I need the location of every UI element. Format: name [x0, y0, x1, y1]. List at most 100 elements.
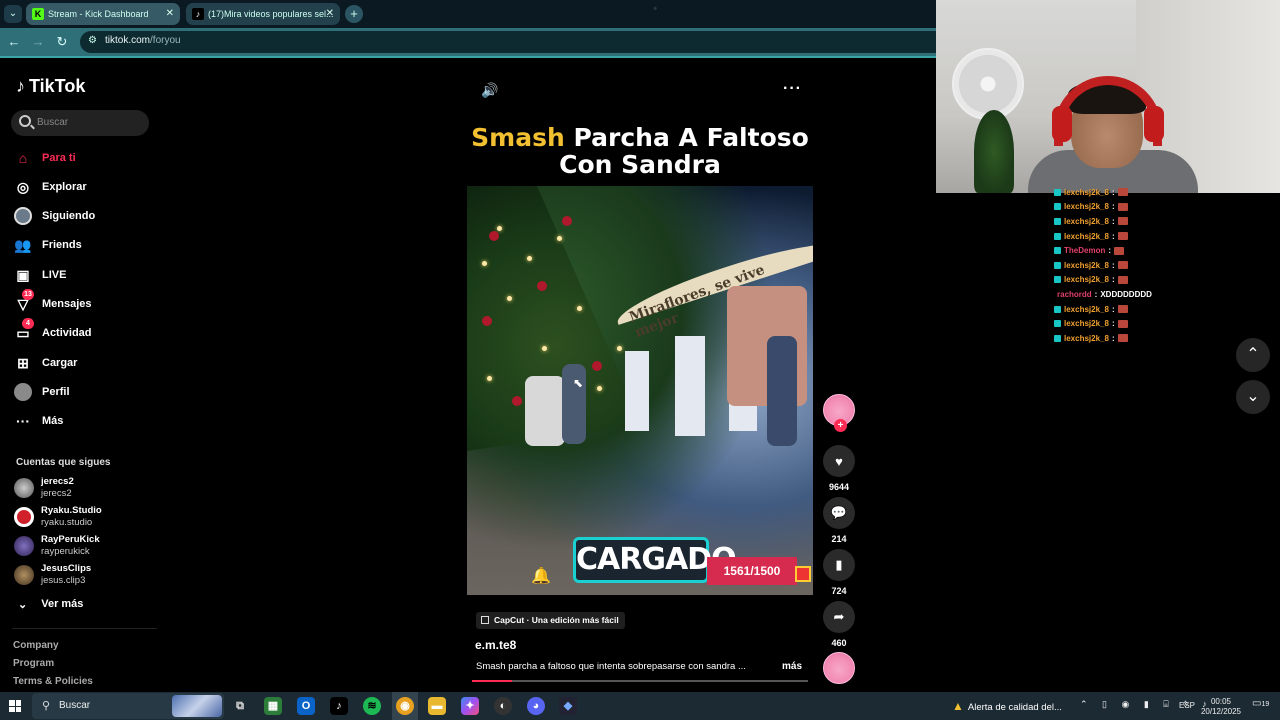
comment-count: 214: [831, 534, 847, 544]
windows-start-icon[interactable]: [9, 700, 21, 712]
description-more-button[interactable]: más: [782, 661, 802, 672]
account-handle: ryaku.studio: [41, 517, 93, 528]
like-count: 9644: [828, 482, 850, 492]
chat-badge-icon: [1054, 203, 1061, 211]
sidebar-item-friends[interactable]: 👥 Friends: [14, 234, 154, 256]
more-options-icon[interactable]: ···: [783, 80, 802, 98]
video-progress-bar[interactable]: [472, 680, 808, 682]
clock[interactable]: 00:05 20/12/2025: [1198, 697, 1244, 717]
gift-icon: [795, 566, 811, 582]
plant-image: [974, 110, 1014, 193]
send-icon: ▽ 13: [14, 289, 34, 313]
site-info-icon[interactable]: ⚙: [88, 35, 97, 46]
file-explorer-icon[interactable]: ▬: [428, 697, 446, 715]
notification-icon[interactable]: ▭19: [1252, 698, 1269, 709]
capcut-label: CapCut · Una edición más fácil: [494, 615, 619, 625]
avatar: +: [823, 394, 855, 432]
live-icon: ▣: [16, 266, 30, 283]
followed-account[interactable]: jerecs2 jerecs2: [14, 475, 154, 501]
search-placeholder: Buscar: [37, 117, 69, 128]
chat-username: lexchsj2k_8: [1064, 275, 1109, 285]
tiktok-app-icon[interactable]: ♪: [330, 697, 348, 715]
spotify-icon[interactable]: ≋: [363, 697, 381, 715]
capcut-tag[interactable]: CapCut · Una edición más fácil: [476, 612, 625, 629]
close-icon[interactable]: ✕: [166, 3, 174, 25]
tab-kick-dashboard[interactable]: K Stream - Kick Dashboard ✕: [26, 3, 180, 25]
video-player[interactable]: Miraflores, se vive mejor ⬉ 🔔 CARGADO 15…: [467, 186, 813, 595]
see-more-button[interactable]: ⌄ Ver más: [18, 598, 83, 611]
taskbar-search[interactable]: ⚲ Buscar: [32, 693, 224, 719]
previous-video-button[interactable]: ⌃: [1236, 338, 1270, 372]
save-button[interactable]: ▮ 724: [823, 549, 855, 596]
share-icon: ➦: [823, 601, 855, 633]
like-button[interactable]: ♥ 9644: [823, 445, 855, 492]
sidebar-item-explorar[interactable]: ◎ Explorar: [14, 176, 154, 198]
chat-username: lexchsj2k_8: [1064, 260, 1109, 270]
sidebar-item-mas[interactable]: ··· Más: [14, 410, 154, 432]
windows-taskbar: ⚲ Buscar ⧉ ▦ O ♪ ≋ ◉ ▬ ✦ ◐ ◕ ◆ ▲ Alerta d…: [0, 692, 1280, 720]
followed-account[interactable]: Ryaku.Studio ryaku.studio: [14, 504, 154, 530]
search-input[interactable]: Buscar: [11, 110, 149, 136]
app-icon[interactable]: ◆: [559, 697, 577, 715]
new-tab-button[interactable]: +: [345, 5, 363, 23]
account-handle: rayperukick: [41, 546, 90, 557]
copilot-icon[interactable]: ✦: [461, 697, 479, 715]
chat-username: lexchsj2k_8: [1064, 202, 1109, 212]
tiktok-icon: ♪: [192, 8, 204, 20]
forward-arrow-icon[interactable]: →: [30, 34, 46, 50]
chat-separator: :: [1111, 319, 1115, 329]
chat-emote-icon: [1117, 319, 1128, 328]
activity-badge: 4: [22, 318, 34, 329]
chrome-icon[interactable]: ◉: [396, 697, 414, 715]
comment-button[interactable]: 💬 214: [823, 497, 855, 544]
sidebar-item-perfil[interactable]: Perfil: [14, 381, 154, 403]
task-view-icon[interactable]: ⧉: [231, 697, 249, 715]
chat-message: TheDemon:: [1054, 243, 1254, 258]
chat-username: lexchsj2k_8: [1064, 319, 1109, 329]
footer-link-program[interactable]: Program: [13, 658, 54, 669]
sidebar-item-live[interactable]: ▣ LIVE: [14, 264, 154, 286]
sidebar-item-mensajes[interactable]: ▽ 13 Mensajes: [14, 289, 154, 315]
chat-username: lexchsj2k_8: [1064, 333, 1109, 343]
reload-icon[interactable]: ↻: [54, 34, 70, 50]
video-author[interactable]: e.m.te8: [475, 638, 516, 652]
chat-separator: :: [1111, 202, 1115, 212]
sidebar-item-cargar[interactable]: ⊞ Cargar: [14, 352, 154, 374]
compass-icon: ◎: [16, 178, 30, 195]
back-arrow-icon[interactable]: ←: [6, 34, 22, 50]
follow-plus-icon[interactable]: +: [834, 419, 847, 432]
footer-link-terms[interactable]: Terms & Policies: [13, 676, 93, 687]
url-field[interactable]: ⚙ tiktok.com/foryou: [80, 31, 936, 53]
obs-icon[interactable]: ◐: [494, 697, 512, 715]
volume-icon[interactable]: 🔊: [481, 82, 498, 99]
tiktok-logo[interactable]: ♪ TikTok: [16, 76, 85, 97]
share-button[interactable]: ➦ 460: [823, 601, 855, 648]
mouse-cursor: ⬉: [573, 376, 584, 390]
sidebar-item-siguiendo[interactable]: Siguiendo: [14, 205, 154, 227]
outlook-icon[interactable]: O: [297, 697, 315, 715]
chat-badge-icon: [1054, 247, 1061, 255]
music-disc-button[interactable]: [823, 652, 855, 684]
tab-tiktok[interactable]: ♪ (17)Mira videos populares sel... ✕: [186, 3, 340, 25]
sidebar-item-actividad[interactable]: ▭ 4 Actividad: [14, 318, 154, 344]
followed-account[interactable]: JesusClips jesus.clip3: [14, 562, 154, 588]
followed-account[interactable]: RayPeruKick rayperukick: [14, 533, 154, 559]
tiktok-sidebar: ♪ TikTok Buscar ⌂ Para ti ◎ Explorar Sig…: [0, 58, 160, 692]
chat-separator: :: [1111, 304, 1115, 314]
account-name: RayPeruKick: [41, 534, 100, 545]
chat-text: XDDDDDDDD: [1100, 289, 1152, 299]
store-icon[interactable]: ▦: [264, 697, 282, 715]
next-video-button[interactable]: ⌄: [1236, 380, 1270, 414]
fan-image: [952, 48, 1024, 120]
language-indicator[interactable]: ESP: [1179, 701, 1195, 710]
profile-icon: [14, 383, 32, 401]
sidebar-item-para-ti[interactable]: ⌂ Para ti: [14, 147, 154, 169]
tab-list-button[interactable]: ⌄: [4, 5, 22, 23]
chat-badge-icon: [1054, 320, 1061, 328]
footer-link-company[interactable]: Company: [13, 640, 59, 651]
close-icon[interactable]: ✕: [326, 3, 334, 25]
creator-avatar-button[interactable]: +: [823, 394, 855, 432]
sidebar-item-label: Cargar: [42, 357, 78, 369]
air-quality-alert[interactable]: ▲ Alerta de calidad del...: [952, 699, 1062, 713]
discord-icon[interactable]: ◕: [527, 697, 545, 715]
